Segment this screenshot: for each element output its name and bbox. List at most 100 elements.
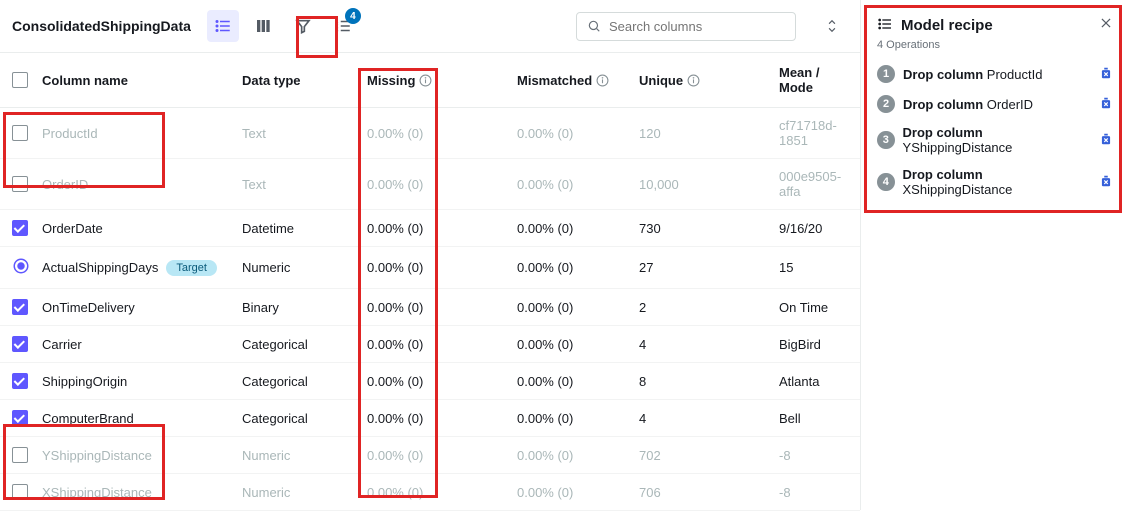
operation-command: Drop column: [903, 67, 983, 82]
column-name-label: Carrier: [42, 337, 82, 352]
cell-mismatched: 0.00% (0): [517, 177, 573, 192]
operation-argument: YShippingDistance: [903, 140, 1013, 155]
table-row[interactable]: ComputerBrandCategorical0.00% (0)0.00% (…: [0, 400, 860, 437]
column-name-label: OrderID: [42, 177, 88, 192]
filter-icon[interactable]: [287, 10, 319, 42]
table-row[interactable]: ActualShippingDaysTargetNumeric0.00% (0)…: [0, 247, 860, 289]
select-all-checkbox[interactable]: [12, 72, 28, 88]
column-name-label: ComputerBrand: [42, 411, 134, 426]
table-row[interactable]: OrderIDText0.00% (0)0.00% (0)10,000000e9…: [0, 159, 860, 210]
cell-mean: Bell: [779, 411, 801, 426]
row-checkbox[interactable]: [12, 373, 28, 389]
info-icon[interactable]: [419, 74, 432, 87]
delete-icon[interactable]: [1099, 132, 1113, 149]
column-name-label: ProductId: [42, 126, 98, 141]
cell-unique: 4: [639, 411, 646, 426]
cell-mismatched: 0.00% (0): [517, 126, 573, 141]
row-checkbox[interactable]: [12, 176, 28, 192]
cell-mean: 9/16/20: [779, 221, 822, 236]
cell-unique: 27: [639, 260, 653, 275]
recipe-count-badge: 4: [345, 8, 361, 24]
row-checkbox[interactable]: [12, 410, 28, 426]
table-row[interactable]: XShippingDistanceNumeric0.00% (0)0.00% (…: [0, 474, 860, 511]
cell-type: Binary: [242, 300, 279, 315]
cell-missing: 0.00% (0): [367, 126, 423, 141]
operation-index: 4: [877, 173, 895, 191]
column-name-label: ShippingOrigin: [42, 374, 127, 389]
cell-mean: cf71718d-1851: [779, 118, 837, 148]
cell-unique: 730: [639, 221, 661, 236]
cell-type: Categorical: [242, 374, 308, 389]
delete-icon[interactable]: [1099, 96, 1113, 113]
search-input[interactable]: [609, 19, 785, 34]
header-mean-mode[interactable]: Mean / Mode: [779, 65, 848, 95]
row-checkbox[interactable]: [12, 336, 28, 352]
cell-unique: 706: [639, 485, 661, 500]
table-header: Column name Data type Missing Mismatched…: [0, 53, 860, 108]
list-view-icon[interactable]: [207, 10, 239, 42]
table-row[interactable]: OnTimeDeliveryBinary0.00% (0)0.00% (0)2O…: [0, 289, 860, 326]
target-radio[interactable]: [12, 257, 30, 278]
operation-index: 2: [877, 95, 895, 113]
column-name-label: XShippingDistance: [42, 485, 152, 500]
header-missing[interactable]: Missing: [367, 73, 415, 88]
cell-type: Datetime: [242, 221, 294, 236]
recipe-list-icon: [877, 16, 893, 35]
recipe-operation[interactable]: 4Drop column XShippingDistance: [877, 161, 1113, 203]
delete-icon[interactable]: [1099, 174, 1113, 191]
cell-mean: BigBird: [779, 337, 821, 352]
svg-text:3: 3: [335, 28, 338, 34]
grid-view-icon[interactable]: [247, 10, 279, 42]
cell-type: Numeric: [242, 485, 290, 500]
cell-mismatched: 0.00% (0): [517, 485, 573, 500]
header-data-type[interactable]: Data type: [242, 73, 367, 88]
cell-type: Numeric: [242, 260, 290, 275]
dataset-title: ConsolidatedShippingData: [12, 18, 191, 34]
row-checkbox[interactable]: [12, 220, 28, 236]
cell-missing: 0.00% (0): [367, 374, 423, 389]
row-checkbox[interactable]: [12, 484, 28, 500]
cell-missing: 0.00% (0): [367, 337, 423, 352]
table-row[interactable]: ProductIdText0.00% (0)0.00% (0)120cf7171…: [0, 108, 860, 159]
operation-argument: ProductId: [987, 67, 1043, 82]
recipe-operation[interactable]: 3 Drop column YShippingDistance: [877, 119, 1113, 161]
header-unique[interactable]: Unique: [639, 73, 683, 88]
recipe-operation[interactable]: 2Drop column OrderID: [877, 89, 1113, 119]
table-row[interactable]: CarrierCategorical0.00% (0)0.00% (0)4Big…: [0, 326, 860, 363]
search-icon: [587, 19, 601, 33]
info-icon[interactable]: [687, 74, 700, 87]
table-row[interactable]: OrderDateDatetime0.00% (0)0.00% (0)7309/…: [0, 210, 860, 247]
cell-unique: 8: [639, 374, 646, 389]
cell-type: Numeric: [242, 448, 290, 463]
column-name-label: OrderDate: [42, 221, 103, 236]
operation-command: Drop column: [903, 97, 983, 112]
column-name-label: ActualShippingDays: [42, 260, 158, 275]
cell-mismatched: 0.00% (0): [517, 337, 573, 352]
info-icon[interactable]: [596, 74, 609, 87]
table-row[interactable]: YShippingDistanceNumeric0.00% (0)0.00% (…: [0, 437, 860, 474]
row-checkbox[interactable]: [12, 125, 28, 141]
operation-command: Drop column: [903, 125, 983, 140]
operation-index: 3: [877, 131, 895, 149]
delete-icon[interactable]: [1099, 66, 1113, 83]
row-checkbox[interactable]: [12, 447, 28, 463]
operation-index: 1: [877, 65, 895, 83]
header-column-name[interactable]: Column name: [42, 73, 242, 88]
search-input-wrap[interactable]: [576, 12, 796, 41]
cell-mean: -8: [779, 448, 791, 463]
cell-missing: 0.00% (0): [367, 411, 423, 426]
recipe-operation[interactable]: 1 Drop column ProductId: [877, 59, 1113, 89]
expand-all-icon[interactable]: [816, 10, 848, 42]
table-row[interactable]: ShippingOriginCategorical0.00% (0)0.00% …: [0, 363, 860, 400]
close-icon[interactable]: [1099, 16, 1113, 33]
toolbar: ConsolidatedShippingData 123 4: [0, 0, 860, 53]
cell-type: Categorical: [242, 411, 308, 426]
cell-mean: 15: [779, 260, 793, 275]
row-checkbox[interactable]: [12, 299, 28, 315]
header-mismatched[interactable]: Mismatched: [517, 73, 592, 88]
column-name-label: YShippingDistance: [42, 448, 152, 463]
column-name-label: OnTimeDelivery: [42, 300, 135, 315]
cell-mean: Atlanta: [779, 374, 819, 389]
cell-mismatched: 0.00% (0): [517, 300, 573, 315]
cell-unique: 2: [639, 300, 646, 315]
